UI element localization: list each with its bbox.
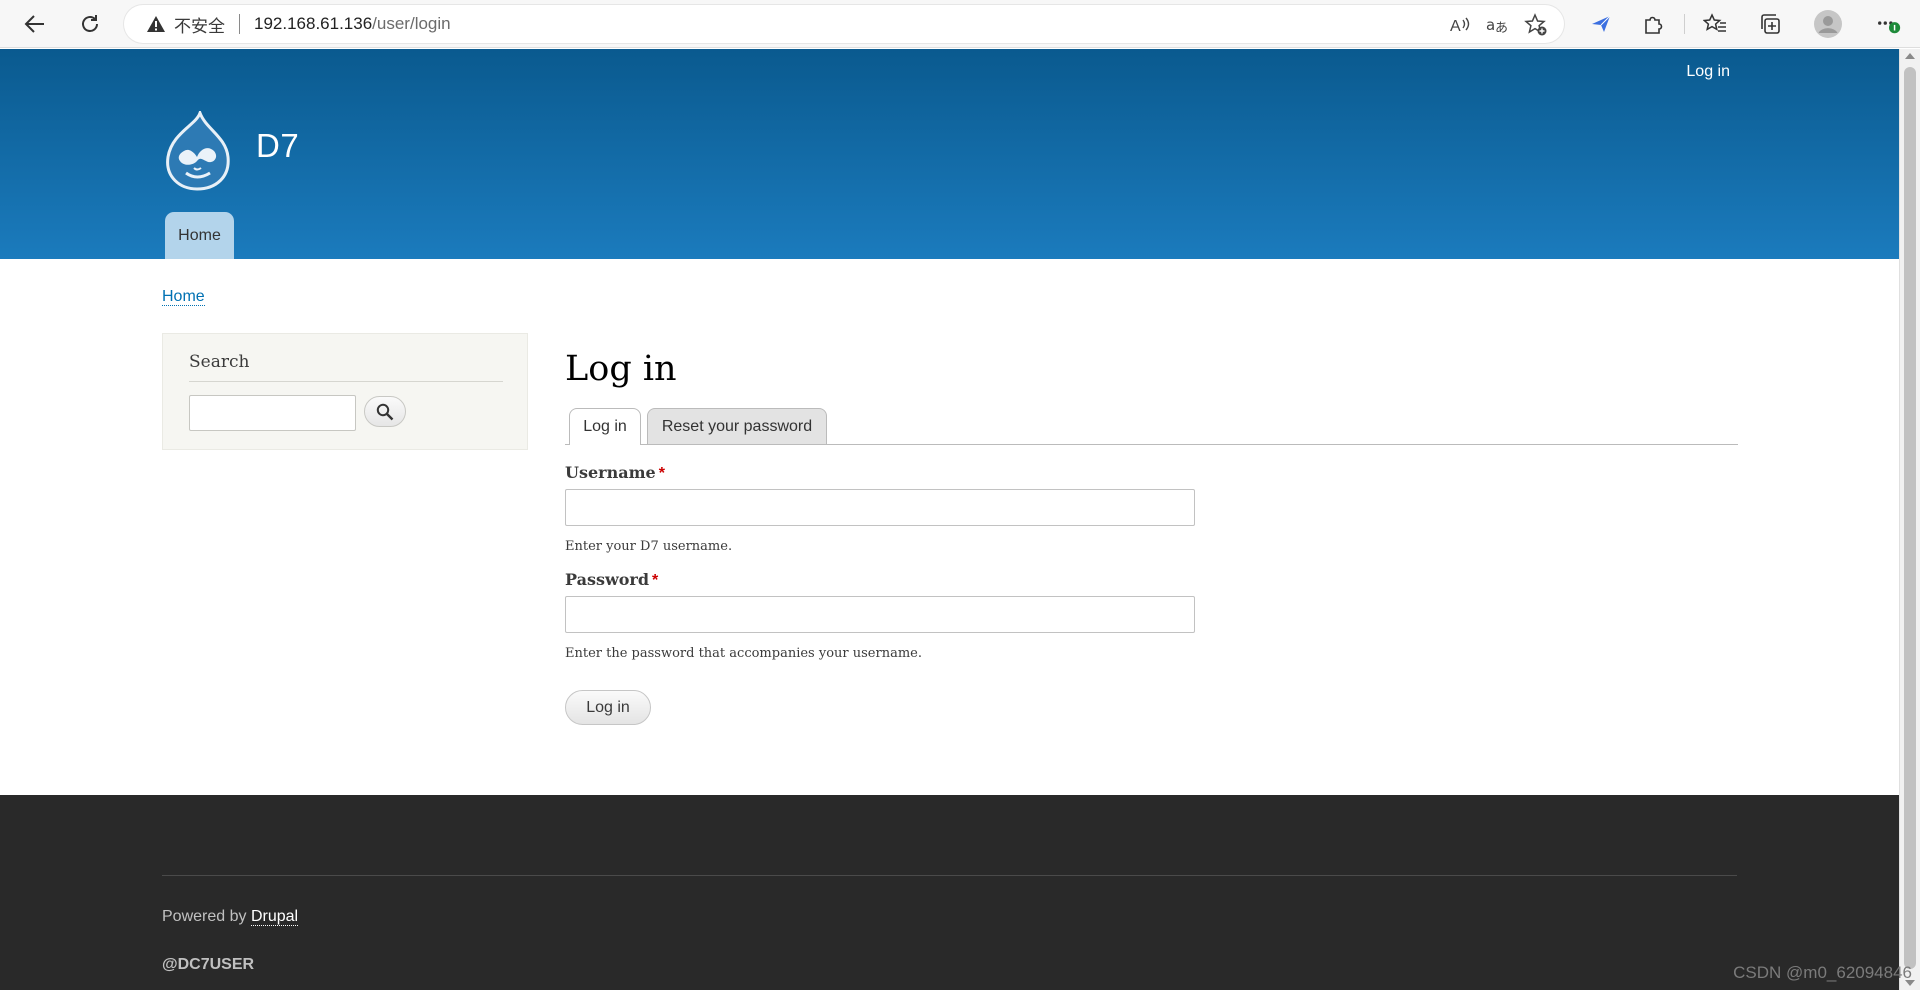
collections-icon[interactable]	[1757, 11, 1783, 37]
required-marker: *	[658, 465, 665, 482]
main-menu-home-tab[interactable]: Home	[165, 212, 234, 259]
username-label: Username *	[565, 463, 665, 483]
username-description: Enter your D7 username.	[565, 539, 733, 554]
secondary-login-link[interactable]: Log in	[1686, 63, 1730, 81]
page-viewport: Log in D7 Home Home Search Log in Log in…	[0, 49, 1899, 990]
search-block: Search	[162, 333, 528, 450]
svg-text:a: a	[1486, 16, 1495, 34]
username-label-text: Username	[565, 463, 656, 482]
scroll-thumb[interactable]	[1904, 67, 1916, 969]
favorites-icon[interactable]	[1702, 11, 1728, 37]
extension-bird-icon[interactable]	[1588, 11, 1614, 37]
tab-log-in[interactable]: Log in	[569, 408, 641, 445]
url-host: 192.168.61.136	[254, 14, 373, 33]
browser-toolbar: 不安全 192.168.61.136/user/login A aあ	[0, 0, 1920, 48]
back-icon[interactable]	[20, 9, 50, 39]
security-label[interactable]: 不安全	[174, 12, 225, 37]
password-description: Enter the password that accompanies your…	[565, 646, 922, 661]
svg-text:A: A	[1450, 18, 1461, 35]
tabs-bar: Log in Reset your password	[565, 408, 1738, 445]
breadcrumb: Home	[162, 288, 205, 306]
csdn-watermark: CSDN @m0_62094846	[1733, 963, 1912, 982]
extensions-icon[interactable]	[1640, 11, 1666, 37]
powered-by-text: Powered by	[162, 908, 251, 925]
username-field[interactable]	[565, 489, 1195, 526]
powered-by: Powered by Drupal	[162, 908, 299, 926]
search-button[interactable]	[364, 396, 406, 427]
site-name[interactable]: D7	[256, 127, 299, 165]
password-label: Password *	[565, 570, 658, 590]
page-title: Log in	[565, 349, 677, 389]
svg-text:あ: あ	[1495, 21, 1508, 35]
password-field[interactable]	[565, 596, 1195, 633]
more-icon[interactable]	[1876, 11, 1902, 37]
read-aloud-icon[interactable]: A	[1448, 13, 1472, 37]
refresh-icon[interactable]	[75, 9, 105, 39]
footer-dc7user: @DC7USER	[162, 956, 255, 973]
translate-icon[interactable]: aあ	[1486, 13, 1510, 37]
search-block-title: Search	[189, 352, 503, 382]
tab-reset-password[interactable]: Reset your password	[647, 408, 827, 444]
address-bar[interactable]: 不安全 192.168.61.136/user/login A aあ	[124, 5, 1564, 43]
search-input[interactable]	[189, 395, 356, 431]
site-header: Log in D7 Home	[0, 49, 1899, 259]
warning-icon[interactable]	[146, 15, 166, 33]
url-path: /user/login	[372, 14, 451, 33]
profile-icon[interactable]	[1813, 9, 1843, 39]
breadcrumb-home-link[interactable]: Home	[162, 288, 205, 306]
search-icon	[376, 403, 394, 420]
site-footer: Powered by Drupal @DC7USER	[0, 795, 1899, 990]
address-divider	[239, 14, 240, 34]
page-scrollbar[interactable]	[1899, 49, 1920, 990]
footer-divider	[162, 875, 1737, 876]
required-marker: *	[652, 572, 659, 589]
drupal-link[interactable]: Drupal	[250, 908, 299, 926]
toolbar-divider	[1684, 14, 1685, 34]
scroll-up-icon[interactable]	[1905, 53, 1915, 59]
add-favorite-icon[interactable]	[1524, 13, 1548, 37]
drupal-logo-icon[interactable]	[160, 108, 234, 191]
password-label-text: Password	[565, 570, 650, 589]
log-in-submit-button[interactable]: Log in	[565, 690, 651, 725]
